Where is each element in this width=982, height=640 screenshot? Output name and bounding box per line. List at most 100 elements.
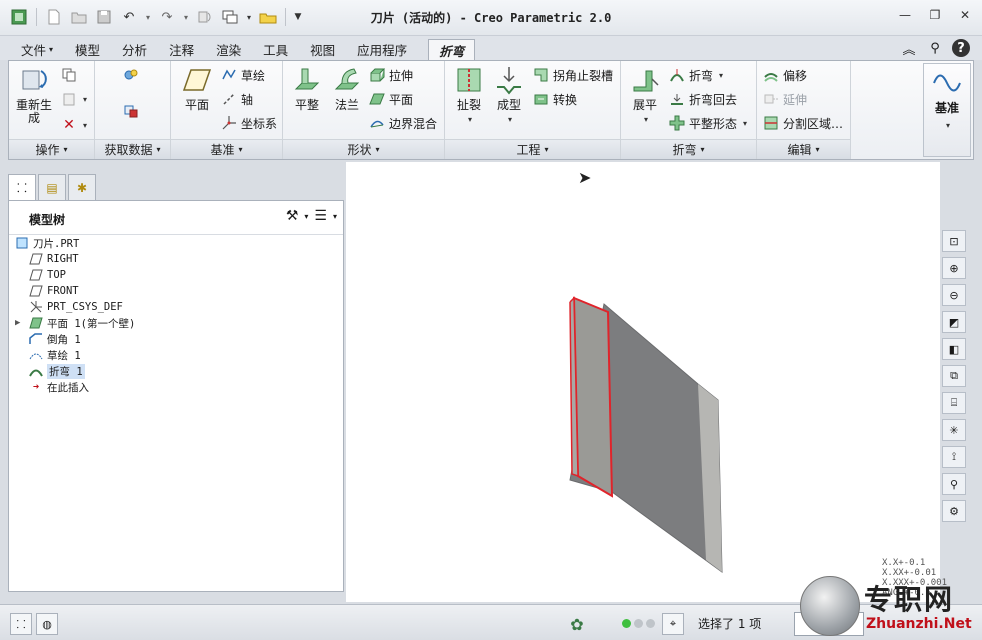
chevron-down-icon[interactable]: ▾ xyxy=(333,212,337,221)
form-button[interactable]: 成型 ▾ xyxy=(487,65,531,126)
selected-flange[interactable] xyxy=(572,296,614,498)
group-shapes: 平整 法兰 拉伸 平面 边界混合 形状 ▾ xyxy=(283,61,445,159)
group-label-shapes[interactable]: 形状 ▾ xyxy=(283,139,444,159)
split-area-button[interactable]: 分割区域… xyxy=(763,113,843,133)
spin-center-icon[interactable]: ⚙ xyxy=(942,500,966,522)
repaint-icon[interactable]: ◩ xyxy=(942,311,966,333)
chevron-down-icon: ▾ xyxy=(544,145,549,154)
sketch-button[interactable]: 草绘 xyxy=(221,65,265,85)
rip-button[interactable]: 扯裂 ▾ xyxy=(447,65,491,126)
bend-back-button[interactable]: 折弯回去 xyxy=(669,89,737,109)
model-tree-icon: ⸬ xyxy=(17,181,27,195)
tab-tools[interactable]: 工具 xyxy=(252,39,299,60)
part-icon xyxy=(15,236,29,250)
expand-icon[interactable]: ▶ xyxy=(15,318,25,328)
group-editing: 偏移 延伸 分割区域… 编辑 ▾ xyxy=(757,61,851,159)
tab-file[interactable]: 文件 ▾ xyxy=(10,39,64,60)
user-defined-feature-button[interactable] xyxy=(123,65,139,85)
group-label-engineering[interactable]: 工程 ▾ xyxy=(445,139,620,159)
datum-plane-button[interactable]: 平面 xyxy=(175,65,219,112)
watermark: 专职网 Zhuanzhi.Net xyxy=(800,574,982,640)
model-tree-tab[interactable]: ⸬ xyxy=(8,174,36,200)
flat-wall-button[interactable]: 平整 xyxy=(285,65,329,112)
datum-panel-button[interactable]: 基准 ▾ xyxy=(923,63,971,157)
tree-settings-icon[interactable]: ⚒ xyxy=(286,208,299,224)
folder-browser-tab[interactable]: ▤ xyxy=(38,174,66,200)
tab-analysis[interactable]: 分析 xyxy=(111,39,158,60)
tree-item-csys[interactable]: PRT_CSYS_DEF xyxy=(15,299,135,315)
coordinate-system-button[interactable]: 坐标系 xyxy=(221,113,277,133)
tree-item-chamfer[interactable]: 倒角 1 xyxy=(15,331,135,347)
model-tree-header: 模型树 ⚒ ▾ ☰ ▾ xyxy=(9,201,343,235)
datum-display-icon[interactable]: ✳ xyxy=(942,419,966,441)
split-area-icon xyxy=(763,115,779,131)
delete-button[interactable]: ✕ ▾ xyxy=(61,115,87,135)
flange-button[interactable]: 法兰 xyxy=(325,65,369,112)
tree-item-insert-here[interactable]: ➜ 在此插入 xyxy=(15,379,135,395)
chevron-down-icon[interactable]: ▾ xyxy=(304,212,308,221)
saved-orientations-icon[interactable]: ⧉ xyxy=(942,365,966,387)
paste-button[interactable]: ▾ xyxy=(61,89,87,109)
offset-button[interactable]: 偏移 xyxy=(763,65,807,85)
tab-bend[interactable]: 折弯 xyxy=(428,39,476,60)
tree-show-icon[interactable]: ☰ xyxy=(314,208,327,224)
copy-button[interactable] xyxy=(61,65,77,85)
tree-item-part[interactable]: 刀片.PRT xyxy=(15,235,135,251)
tab-applications[interactable]: 应用程序 xyxy=(346,39,418,60)
group-label-bend[interactable]: 折弯 ▾ xyxy=(621,139,756,159)
group-label-editing[interactable]: 编辑 ▾ xyxy=(757,139,850,159)
help-icon[interactable]: ? xyxy=(952,39,970,57)
boundary-blend-button[interactable]: 边界混合 xyxy=(369,113,437,133)
tree-item-top[interactable]: TOP xyxy=(15,267,135,283)
annotation-display-icon[interactable]: ⚲ xyxy=(942,473,966,495)
extend-button[interactable]: 延伸 xyxy=(763,89,807,109)
show-navigator-icon[interactable]: ⸬ xyxy=(10,613,32,635)
favorites-tab[interactable]: ✱ xyxy=(68,174,96,200)
extrude-button[interactable]: 拉伸 xyxy=(369,65,413,85)
view-manager-icon[interactable]: ⌸ xyxy=(942,392,966,414)
display-style-icon[interactable]: ◧ xyxy=(942,338,966,360)
tree-item-plane-wall[interactable]: ▶ 平面 1(第一个壁) xyxy=(15,315,135,331)
csys-display-icon[interactable]: ⟟ xyxy=(942,446,966,468)
search-icon[interactable]: ⚲ xyxy=(926,39,944,57)
refit-icon[interactable]: ⊡ xyxy=(942,230,966,252)
zoom-out-icon[interactable]: ⊖ xyxy=(942,284,966,306)
regen-status-icon[interactable]: ✿ xyxy=(566,613,588,635)
bend-button[interactable]: 折弯 ▾ xyxy=(669,65,723,85)
browser-icon[interactable]: ◍ xyxy=(36,613,58,635)
group-engineering: 扯裂 ▾ 成型 ▾ 拐角止裂槽 转换 工程 ▾ xyxy=(445,61,621,159)
tree-item-sketch[interactable]: 草绘 1 xyxy=(15,347,135,363)
tab-model[interactable]: 模型 xyxy=(64,39,111,60)
tree-item-right[interactable]: RIGHT xyxy=(15,251,135,267)
datum-plane-icon xyxy=(29,284,43,298)
chevron-down-icon: ▾ xyxy=(83,120,88,130)
tab-render[interactable]: 渲染 xyxy=(205,39,252,60)
status-indicator xyxy=(622,619,655,628)
tab-annotate[interactable]: 注释 xyxy=(158,39,205,60)
group-label-datum[interactable]: 基准 ▾ xyxy=(171,139,282,159)
maximize-icon[interactable]: ❐ xyxy=(926,6,944,24)
tree-item-front[interactable]: FRONT xyxy=(15,283,135,299)
axis-button[interactable]: 轴 xyxy=(221,89,253,109)
plane-wall-button[interactable]: 平面 xyxy=(369,89,413,109)
find-icon[interactable]: ⌖ xyxy=(662,613,684,635)
tab-view[interactable]: 视图 xyxy=(299,39,346,60)
copy-geometry-button[interactable] xyxy=(123,101,139,121)
minimize-icon[interactable]: — xyxy=(896,6,914,24)
collapse-ribbon-icon[interactable]: ︽ xyxy=(900,39,918,58)
graphics-viewport[interactable]: ➤ xyxy=(346,162,940,602)
regenerate-button[interactable]: 重新生 成 xyxy=(11,65,57,125)
close-icon[interactable]: ✕ xyxy=(956,6,974,24)
group-label-operations[interactable]: 操作 ▾ xyxy=(9,139,94,159)
group-label-get-data[interactable]: 获取数据 ▾ xyxy=(95,139,170,159)
datum-plane-icon xyxy=(29,252,43,266)
mouse-pointer-icon: ➤ xyxy=(578,168,592,187)
tree-item-bend[interactable]: 折弯 1 xyxy=(15,363,135,379)
convert-button[interactable]: 转换 xyxy=(533,89,577,109)
unbend-button[interactable]: 展平 ▾ xyxy=(623,65,667,126)
flat-pattern-button[interactable]: 平整形态 ▾ xyxy=(669,113,747,133)
corner-relief-button[interactable]: 拐角止裂槽 xyxy=(533,65,613,85)
chevron-down-icon: ▾ xyxy=(700,145,705,154)
selection-status: 选择了 1 项 xyxy=(698,617,762,631)
zoom-in-icon[interactable]: ⊕ xyxy=(942,257,966,279)
